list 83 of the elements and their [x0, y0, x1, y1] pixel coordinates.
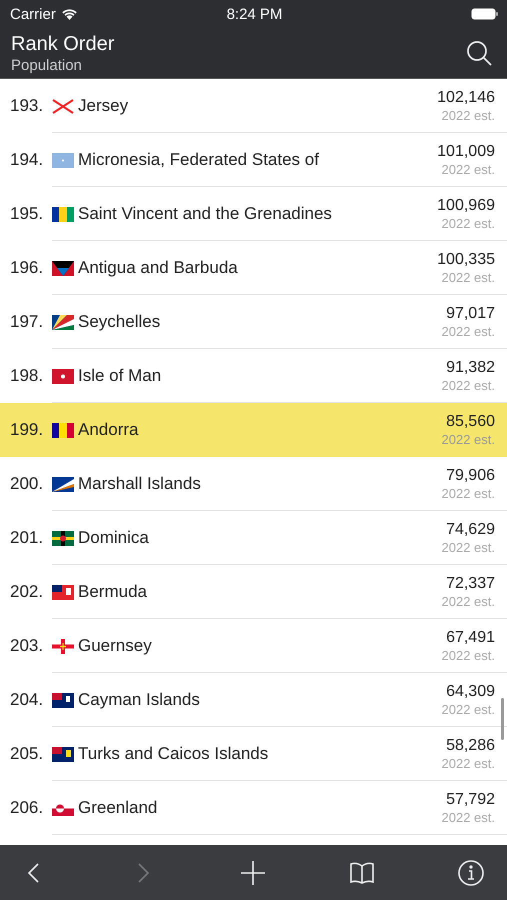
rank-number: 203.: [10, 636, 44, 656]
flag-icon: [52, 530, 74, 546]
country-name: Guernsey: [78, 636, 153, 656]
screen-title: Rank Order: [11, 32, 114, 56]
search-button[interactable]: [465, 39, 493, 67]
add-button[interactable]: [238, 858, 266, 886]
population-value: 102,146: [437, 88, 495, 108]
rank-number: 195.: [10, 204, 44, 224]
country-name: Turks and Caicos Islands: [78, 744, 270, 764]
estimate-note: 2022 est.: [442, 108, 495, 124]
rank-number: 200.: [10, 474, 44, 494]
population-value: 57,792: [446, 790, 495, 810]
flag-icon: [52, 746, 74, 762]
wifi-icon: [60, 8, 78, 20]
battery-icon: [471, 8, 499, 20]
population-value: 97,017: [446, 304, 495, 324]
population-value: 72,337: [446, 574, 495, 594]
country-name: Bermuda: [78, 582, 148, 602]
screen-subtitle: Population: [11, 56, 83, 74]
rank-number: 206.: [10, 798, 44, 818]
country-name: Jersey: [78, 96, 130, 116]
estimate-note: 2022 est.: [442, 162, 495, 178]
search-icon: [465, 39, 493, 67]
rank-number: 197.: [10, 312, 44, 332]
country-name: Cayman Islands: [78, 690, 201, 710]
flag-icon: [52, 206, 74, 222]
rank-number: 204.: [10, 690, 44, 710]
estimate-note: 2022 est.: [442, 486, 495, 502]
population-value: 58,286: [446, 736, 495, 756]
flag-icon: [52, 368, 74, 384]
rank-number: 205.: [10, 744, 44, 764]
population-value: 91,382: [446, 358, 495, 378]
rank-number: 201.: [10, 528, 44, 548]
estimate-note: 2022 est.: [442, 432, 495, 448]
rank-number: 199.: [10, 420, 44, 440]
flag-icon: [52, 476, 74, 492]
flag-icon: [52, 314, 74, 330]
country-name: Isle of Man: [78, 366, 162, 386]
country-name: Seychelles: [78, 312, 162, 332]
estimate-note: 2022 est.: [442, 648, 495, 664]
estimate-note: 2022 est.: [442, 324, 495, 340]
country-name: Greenland: [78, 798, 158, 818]
flag-icon: [52, 152, 74, 168]
country-name: Marshall Islands: [78, 474, 202, 494]
estimate-note: 2022 est.: [442, 594, 495, 610]
country-name: Antigua and Barbuda: [78, 258, 239, 278]
info-icon: [457, 858, 485, 886]
country-row[interactable]: 199. Andorra 85,560 2022 est.: [0, 403, 507, 457]
scroll-indicator: [501, 698, 504, 740]
rank-number: 198.: [10, 366, 44, 386]
clock-time: 8:24 PM: [226, 6, 282, 22]
population-value: 64,309: [446, 682, 495, 702]
population-value: 100,969: [437, 196, 495, 216]
rank-number: 196.: [10, 258, 44, 278]
country-name: Micronesia, Federated States of: [78, 150, 320, 170]
population-value: 79,906: [446, 466, 495, 486]
rank-number: 193.: [10, 96, 44, 116]
population-value: 100,335: [437, 250, 495, 270]
population-value: 85,560: [446, 412, 495, 432]
plus-icon: [238, 858, 266, 886]
estimate-note: 2022 est.: [442, 270, 495, 286]
population-value: 74,629: [446, 520, 495, 540]
flag-icon: [52, 692, 74, 708]
estimate-note: 2022 est.: [442, 540, 495, 556]
flag-icon: [52, 422, 74, 438]
rank-number: 194.: [10, 150, 44, 170]
population-value: 101,009: [437, 142, 495, 162]
rank-number: 202.: [10, 582, 44, 602]
estimate-note: 2022 est.: [442, 216, 495, 232]
flag-icon: [52, 638, 74, 654]
country-name: Saint Vincent and the Grenadines: [78, 204, 333, 224]
estimate-note: 2022 est.: [442, 810, 495, 826]
estimate-note: 2022 est.: [442, 756, 495, 772]
flag-icon: [52, 260, 74, 276]
flag-icon: [52, 584, 74, 600]
carrier-label: Carrier: [10, 6, 56, 22]
estimate-note: 2022 est.: [442, 378, 495, 394]
flag-icon: [52, 98, 74, 114]
country-name: Dominica: [78, 528, 150, 548]
country-name: Andorra: [78, 420, 140, 440]
info-button[interactable]: [457, 858, 485, 886]
population-value: 67,491: [446, 628, 495, 648]
estimate-note: 2022 est.: [442, 702, 495, 718]
